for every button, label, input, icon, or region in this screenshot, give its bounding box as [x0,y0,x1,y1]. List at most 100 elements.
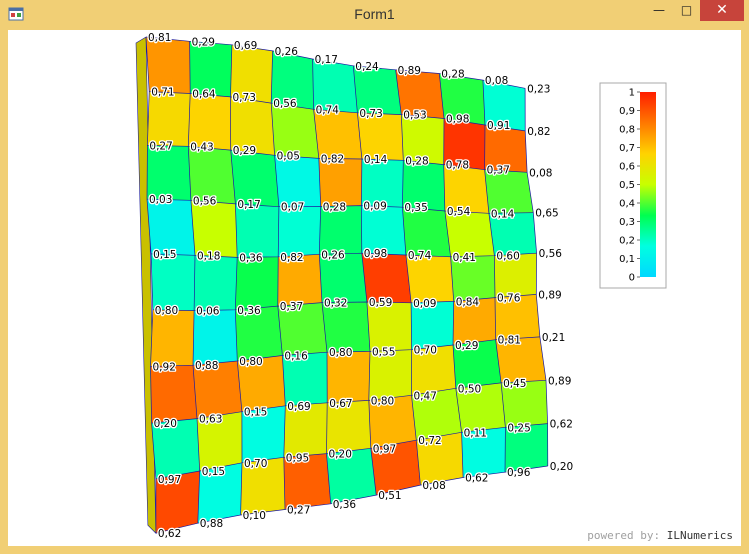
close-button[interactable]: ✕ [700,0,744,21]
surface-cell [190,200,238,258]
cell-value-label: 0,32 [324,298,347,310]
powered-prefix: powered by: [587,529,667,542]
cell-value-label: 0,37 [487,165,510,177]
cell-value-label: 0,73 [359,108,382,120]
colorbar-tick-label: 0,2 [619,236,635,247]
colorbar-tick-label: 0,9 [619,106,635,117]
cell-value-label: 0,71 [151,87,174,99]
cell-value-label: 0,88 [195,360,218,372]
cell-value-label: 0,15 [244,407,267,419]
cell-value-label: 0,26 [275,46,299,58]
cell-value-label: 0,27 [287,505,310,517]
cell-value-label: 0,20 [550,461,573,473]
surface-cell [235,203,279,258]
cell-value-label: 0,89 [398,65,421,77]
cell-value-label: 0,25 [507,422,530,434]
cell-value-label: 0,73 [233,92,256,104]
cell-value-label: 0,14 [364,154,388,166]
cell-value-label: 0,26 [321,249,345,261]
cell-value-label: 0,98 [446,114,469,126]
powered-brand: ILNumerics [666,529,733,542]
colorbar-tick-label: 0,7 [619,143,635,154]
cell-value-label: 0,92 [153,362,176,374]
cell-value-label: 0,80 [371,395,394,407]
cell-value-label: 0,60 [496,251,519,263]
cell-value-label: 0,29 [455,340,478,352]
cell-value-label: 0,03 [149,194,172,206]
cell-value-label: 0,45 [503,378,526,390]
window-title: Form1 [354,6,395,22]
cell-value-label: 0,78 [446,160,469,172]
cell-value-label: 0,28 [405,155,428,167]
cell-value-label: 0,74 [316,104,340,116]
cell-value-label: 0,80 [155,305,178,317]
cell-value-label: 0,81 [498,335,521,347]
cell-value-label: 0,17 [315,54,338,66]
cell-value-label: 0,16 [284,351,308,363]
colorbar-tick-label: 0,6 [619,162,635,173]
surface-cell [147,91,191,147]
cell-value-label: 0,06 [196,306,220,318]
cell-value-label: 0,15 [153,249,176,261]
plot-panel[interactable]: 0,81 0,29 0,69 0,26 0,17 0,24 0,89 0,28 0,08 0,23… [8,30,741,546]
colorbar-tick-label: 0,4 [619,199,635,210]
cell-value-label: 0,84 [456,296,480,308]
colorbar-gradient [640,92,656,277]
cell-value-label: 0,69 [234,40,257,52]
cell-value-label: 0,91 [487,120,510,132]
cell-value-label: 0,63 [199,414,222,426]
cell-value-label: 0,11 [464,427,487,439]
cell-value-label: 0,97 [373,443,396,455]
cell-value-label: 0,10 [243,510,266,522]
cell-value-label: 0,81 [148,32,171,44]
surface-cell [194,255,238,311]
app-window: Form1 — □ ✕ 0,81 0,29 0,69 0,26 0,17 0,24 0,89… [0,0,749,554]
surface-cell [147,145,191,201]
cell-value-label: 0,08 [529,167,552,179]
cell-value-label: 0,17 [237,199,260,211]
cell-value-label: 0,76 [497,293,521,305]
cell-value-label: 0,95 [286,452,309,464]
cell-value-label: 0,62 [465,473,488,485]
surface-cell [150,309,195,367]
surface-cell [274,155,321,207]
cell-value-label: 0,74 [408,250,432,262]
surface-cell [318,158,362,207]
cell-value-label: 0,88 [200,518,223,530]
surface-cell [405,255,454,303]
cell-value-label: 0,56 [273,98,297,110]
surface-cell [146,37,191,94]
cell-value-label: 0,56 [193,195,217,207]
cell-value-label: 0,70 [244,458,267,470]
cell-value-label: 0,36 [237,305,261,317]
cell-value-label: 0,82 [527,126,550,138]
cell-value-label: 0,64 [192,89,216,101]
cell-value-label: 0,65 [535,208,558,220]
cell-value-label: 0,69 [287,401,310,413]
cell-value-label: 0,36 [333,499,357,511]
cell-value-label: 0,18 [197,250,220,262]
cell-value-label: 0,09 [363,201,386,213]
colorbar-tick-label: 0,8 [619,125,635,136]
surface-cell [193,309,238,366]
surface-cell [366,302,412,352]
cell-value-label: 0,29 [192,36,215,48]
cell-value-label: 0,97 [158,474,181,486]
minimize-button[interactable]: — [645,0,673,21]
cell-value-label: 0,59 [369,297,392,309]
surface-cell [313,109,362,159]
cell-value-label: 0,96 [507,467,531,479]
maximize-button[interactable]: □ [673,0,700,21]
cell-value-label: 0,27 [149,140,172,152]
colorbar-tick-label: 0,5 [619,180,635,191]
title-bar[interactable]: Form1 — □ ✕ [0,0,749,28]
cell-value-label: 0,35 [404,202,427,214]
cell-value-label: 0,24 [355,61,379,73]
cell-value-label: 0,14 [491,208,515,220]
cell-value-label: 0,15 [202,466,225,478]
cell-value-label: 0,29 [233,145,256,157]
surface-plot[interactable]: 0,81 0,29 0,690,260,170,24 0,89 0,280,080,23… [8,30,741,546]
cell-value-label: 0,53 [403,110,426,122]
cell-value-label: 0,72 [418,435,441,447]
colorbar[interactable]: 1 0,9 0,8 0,7 0,6 0,5 0,4 0,3 0,2 0,1 0 [599,82,667,289]
